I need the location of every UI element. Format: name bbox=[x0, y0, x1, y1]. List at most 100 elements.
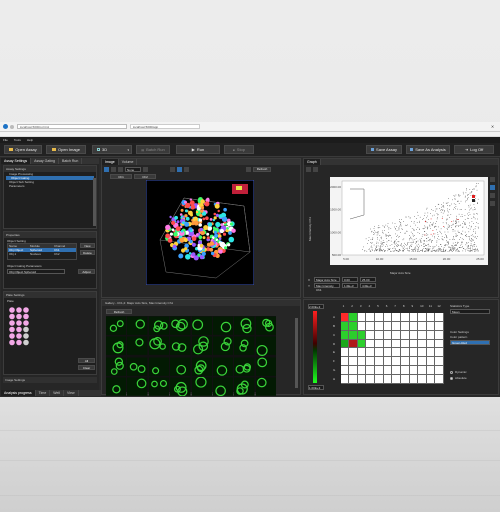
gallery-thumbnail[interactable] bbox=[170, 357, 191, 376]
address-bar[interactable]: localhost:5000/ui.html bbox=[17, 124, 127, 129]
mode-select[interactable]: None bbox=[125, 166, 141, 172]
gallery-thumbnail[interactable] bbox=[212, 377, 234, 397]
tab-well[interactable]: Well bbox=[50, 390, 65, 396]
heatmap-well[interactable] bbox=[426, 375, 436, 384]
heatmap-well[interactable] bbox=[426, 357, 436, 367]
gallery-thumbnail[interactable] bbox=[234, 316, 255, 335]
heatmap-well[interactable] bbox=[375, 330, 384, 340]
gallery-thumbnail[interactable] bbox=[212, 336, 234, 356]
gallery-thumbnail[interactable] bbox=[191, 376, 212, 396]
heatmap-well[interactable] bbox=[400, 321, 410, 331]
heatmap-well[interactable] bbox=[349, 357, 358, 367]
gallery-thumbnail[interactable] bbox=[234, 336, 255, 356]
gallery-thumbnail[interactable] bbox=[191, 357, 212, 376]
tab-graph[interactable]: Graph bbox=[304, 159, 321, 165]
heatmap-well[interactable] bbox=[366, 357, 376, 367]
heatmap-well[interactable] bbox=[392, 330, 401, 340]
heatmap-well[interactable] bbox=[435, 375, 444, 384]
scatter-plot[interactable]: 2000.00 1500.00 1000.00 500.00 5.00 10.00 15.0… bbox=[330, 177, 488, 265]
scale-max-field[interactable]: 2.00E+3 bbox=[308, 304, 324, 309]
heatmap-well[interactable] bbox=[383, 330, 393, 340]
tab-volume[interactable]: Volume bbox=[118, 159, 138, 165]
gallery-thumbnail[interactable] bbox=[106, 336, 127, 356]
heatmap-well[interactable] bbox=[418, 375, 427, 384]
forward-icon[interactable] bbox=[10, 125, 14, 129]
x-max-input[interactable]: 25.00 bbox=[360, 277, 376, 282]
heatmap-well[interactable] bbox=[366, 348, 376, 358]
heatmap-well[interactable] bbox=[418, 330, 427, 340]
heatmap-well[interactable] bbox=[400, 375, 410, 384]
y-field-select[interactable]: Max Intensity Ch1 bbox=[314, 283, 340, 292]
heatmap-well[interactable] bbox=[409, 366, 419, 376]
heatmap-well[interactable] bbox=[349, 339, 358, 349]
y-max-input[interactable]: 4.0E+3 bbox=[360, 283, 376, 288]
heatmap-well[interactable] bbox=[400, 330, 410, 340]
heatmap-well[interactable] bbox=[400, 312, 410, 322]
tab-assay-settings[interactable]: Assay Settings bbox=[1, 158, 32, 164]
save-assay-button[interactable]: Save Assay bbox=[366, 145, 402, 154]
gallery-thumbnail[interactable] bbox=[170, 377, 191, 397]
y-min-input[interactable]: 1.0E+3 bbox=[342, 283, 358, 288]
heatmap-well[interactable] bbox=[383, 366, 393, 376]
gallery-thumbnail[interactable] bbox=[255, 357, 276, 376]
statistics-type-select[interactable]: Mean bbox=[450, 309, 490, 314]
heatmap-well[interactable] bbox=[392, 357, 401, 367]
heatmap-well[interactable] bbox=[426, 321, 436, 331]
view-mode-select[interactable]: 3D ▾ bbox=[92, 145, 132, 154]
run-button[interactable]: ▶ Run bbox=[176, 145, 220, 154]
clear-button[interactable]: Clear bbox=[78, 365, 95, 370]
heatmap-well[interactable] bbox=[409, 375, 419, 384]
grid-view-icon[interactable] bbox=[177, 166, 182, 172]
open-assay-button[interactable]: Open Assay bbox=[4, 145, 42, 154]
heatmap-well[interactable] bbox=[357, 357, 367, 367]
menu-tools[interactable]: Tools bbox=[14, 138, 21, 142]
well-heatmap[interactable]: 1 2 3 4 5 6 7 8 9 10 11 12 A B C D E F G H bbox=[332, 304, 444, 384]
gallery-thumbnail[interactable] bbox=[148, 316, 170, 335]
heatmap-well[interactable] bbox=[426, 366, 436, 376]
heatmap-well[interactable] bbox=[357, 321, 367, 331]
tab-batch-run[interactable]: Batch Run bbox=[58, 158, 83, 164]
browser-tab[interactable]: localhost:5000/app bbox=[130, 124, 200, 129]
heatmap-well[interactable] bbox=[366, 312, 376, 322]
gallery-thumbnail[interactable] bbox=[106, 377, 127, 396]
heatmap-well[interactable] bbox=[400, 348, 410, 358]
heatmap-well[interactable] bbox=[357, 312, 367, 322]
heatmap-well[interactable] bbox=[409, 312, 419, 322]
save-as-analysis-button[interactable]: Save As Analysis bbox=[406, 145, 450, 154]
refresh-icon[interactable] bbox=[246, 166, 251, 172]
heatmap-well[interactable] bbox=[375, 357, 384, 367]
fit-icon[interactable] bbox=[170, 166, 175, 172]
x-min-input[interactable]: 0.00 bbox=[342, 277, 358, 282]
polygon-gate-icon[interactable] bbox=[490, 193, 495, 198]
heatmap-well[interactable] bbox=[340, 357, 350, 367]
gallery-thumbnail[interactable] bbox=[255, 316, 276, 335]
ch1-button[interactable]: Ch1 bbox=[110, 174, 132, 179]
gallery-scrollbar[interactable] bbox=[295, 318, 298, 388]
stop-button[interactable]: ■ Stop bbox=[224, 145, 254, 154]
tab-time[interactable]: Time bbox=[35, 390, 51, 396]
gallery-thumbnail[interactable] bbox=[191, 336, 212, 356]
heatmap-well[interactable] bbox=[375, 375, 384, 384]
gallery-thumbnail[interactable] bbox=[234, 377, 255, 396]
heatmap-well[interactable] bbox=[435, 339, 444, 349]
open-image-button[interactable]: Open Image bbox=[46, 145, 86, 154]
gallery-thumbnail[interactable] bbox=[170, 336, 191, 356]
heatmap-well[interactable] bbox=[435, 312, 444, 322]
gallery-thumbnail[interactable] bbox=[127, 316, 148, 335]
heatmap-well[interactable] bbox=[357, 375, 367, 384]
gallery-thumbnail[interactable] bbox=[106, 357, 127, 376]
heatmap-well[interactable] bbox=[375, 366, 384, 376]
tree-item-parameters[interactable]: Parameters bbox=[4, 184, 96, 188]
pointer-icon[interactable] bbox=[490, 177, 495, 182]
heatmap-well[interactable] bbox=[418, 366, 427, 376]
gating-params-field[interactable]: Obj.Object Spheroid bbox=[7, 269, 65, 274]
heatmap-well[interactable] bbox=[383, 339, 393, 349]
new-object-button[interactable]: New bbox=[80, 243, 95, 248]
gallery-thumbnail[interactable] bbox=[255, 336, 276, 357]
heatmap-well[interactable] bbox=[409, 357, 419, 367]
heatmap-well[interactable] bbox=[383, 375, 393, 384]
heatmap-well[interactable] bbox=[340, 348, 350, 358]
heatmap-well[interactable] bbox=[426, 312, 436, 322]
heatmap-well[interactable] bbox=[375, 312, 384, 322]
heatmap-well[interactable] bbox=[400, 357, 410, 367]
